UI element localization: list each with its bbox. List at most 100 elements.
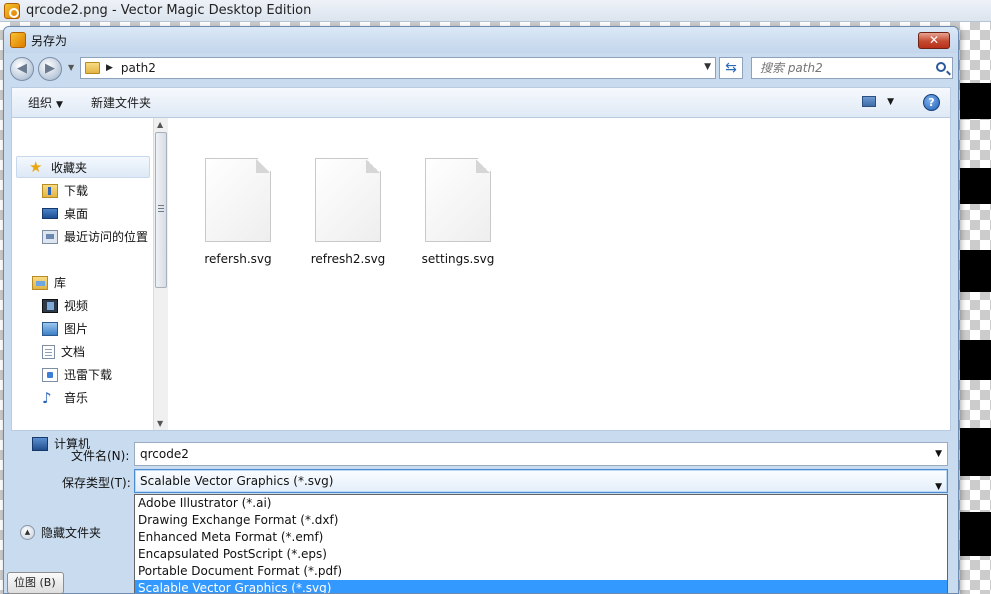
file-name: settings.svg — [421, 252, 495, 266]
xunlei-download-icon — [42, 367, 58, 382]
page-fold — [256, 159, 270, 173]
folder-icon — [85, 62, 100, 74]
sidebar-label: 收藏夹 — [51, 160, 88, 175]
background-band — [960, 512, 991, 556]
background-band — [960, 428, 991, 476]
close-button[interactable]: ✕ — [918, 32, 950, 49]
sidebar-item-music[interactable]: ♪ 音乐 — [42, 389, 88, 406]
filetype-label: 保存类型(T): — [62, 476, 131, 490]
svg-file-icon — [425, 158, 491, 242]
file-name: refersh.svg — [204, 252, 272, 266]
organize-button[interactable]: 组织 ▼ — [28, 94, 63, 111]
new-folder-button[interactable]: 新建文件夹 — [91, 94, 151, 111]
dialog-title: 另存为 — [31, 33, 68, 48]
navigation-pane: ★ 收藏夹 下载 桌面 最近访问的位置 库 视频 图片 文档 迅雷下载 ♪ 音乐… — [12, 118, 164, 451]
dialog-app-icon — [10, 32, 26, 48]
address-bar[interactable]: ▶ path2 ▼ — [80, 57, 716, 79]
filename-field[interactable]: ▼ — [134, 442, 948, 466]
file-name: refresh2.svg — [310, 252, 386, 266]
svg-file-icon — [205, 158, 271, 242]
sidebar-label: 库 — [54, 276, 67, 290]
filetype-option[interactable]: Encapsulated PostScript (*.eps) — [135, 546, 947, 563]
music-note-icon: ♪ — [42, 388, 52, 407]
sidebar-item-recent[interactable]: 最近访问的位置 — [42, 228, 148, 245]
desktop-icon — [42, 208, 58, 219]
hide-folders-label: 隐藏文件夹 — [41, 526, 102, 540]
organize-label: 组织 — [28, 96, 53, 110]
sidebar-item-pictures[interactable]: 图片 — [42, 320, 88, 337]
filename-input[interactable] — [135, 443, 915, 465]
sidebar-item-favorites[interactable]: ★ 收藏夹 — [16, 156, 150, 178]
search-icon[interactable] — [936, 62, 946, 72]
content-panes: ★ 收藏夹 下载 桌面 最近访问的位置 库 视频 图片 文档 迅雷下载 ♪ 音乐… — [11, 117, 951, 451]
file-list: refersh.svg refresh2.svg settings.svg — [169, 118, 950, 430]
app-titlebar: qrcode2.png - Vector Magic Desktop Editi… — [0, 0, 991, 22]
star-icon: ★ — [29, 158, 43, 176]
sidebar-label: 桌面 — [64, 207, 89, 221]
background-band — [960, 83, 991, 119]
background-band — [960, 168, 991, 204]
sidebar-item-downloads[interactable]: 下载 — [42, 182, 88, 199]
filetype-option-selected[interactable]: Scalable Vector Graphics (*.svg) — [135, 580, 947, 593]
filetype-option[interactable]: Portable Document Format (*.pdf) — [135, 563, 947, 580]
chevron-up-icon: ▲ — [20, 525, 35, 540]
scroll-thumb[interactable] — [155, 132, 167, 288]
search-input[interactable] — [752, 58, 922, 78]
file-item[interactable]: refersh.svg — [193, 158, 283, 266]
page-fold — [476, 159, 490, 173]
svg-file-icon — [315, 158, 381, 242]
grip-icon — [158, 205, 164, 206]
file-item[interactable]: refresh2.svg — [303, 158, 393, 266]
filetype-dropdown-list: Adobe Illustrator (*.ai) Drawing Exchang… — [134, 494, 948, 593]
sidebar-label: 视频 — [64, 299, 89, 313]
chevron-down-icon[interactable]: ▼ — [935, 449, 942, 459]
back-arrow-icon: ◀ — [17, 61, 27, 76]
filetype-option[interactable]: Drawing Exchange Format (*.dxf) — [135, 512, 947, 529]
video-icon — [42, 298, 58, 313]
chevron-down-icon: ▼ — [56, 100, 63, 110]
sidebar-label: 图片 — [64, 322, 89, 336]
sidebar-label: 最近访问的位置 — [64, 230, 149, 244]
sidebar-item-libraries[interactable]: 库 — [32, 274, 66, 291]
page-fold — [366, 159, 380, 173]
save-as-dialog: 另存为 ✕ ◀ ▶ ▼ ▶ path2 ▼ ⇆ 组织▼ 新建文件夹 ▼ ? ★ … — [3, 26, 959, 594]
help-icon[interactable]: ? — [923, 94, 940, 111]
filetype-option[interactable]: Adobe Illustrator (*.ai) — [135, 495, 947, 512]
address-dropdown-icon[interactable]: ▼ — [704, 62, 711, 72]
computer-icon — [32, 436, 48, 451]
filetype-selected-value: Scalable Vector Graphics (*.svg) — [140, 474, 334, 488]
sidebar-item-xunlei[interactable]: 迅雷下载 — [42, 366, 112, 383]
scroll-down-icon[interactable]: ▼ — [157, 419, 163, 428]
back-button[interactable]: ◀ — [10, 57, 34, 81]
breadcrumb-path[interactable]: path2 — [121, 61, 156, 75]
background-band — [960, 250, 991, 292]
downloads-folder-icon — [42, 183, 58, 198]
refresh-button[interactable]: ⇆ — [719, 57, 743, 79]
search-box[interactable] — [751, 57, 953, 79]
sidebar-item-desktop[interactable]: 桌面 — [42, 205, 88, 222]
filetype-option[interactable]: Enhanced Meta Format (*.emf) — [135, 529, 947, 546]
bitmap-tab-button[interactable]: 位图 (B) — [7, 572, 64, 594]
library-icon — [32, 275, 48, 290]
recent-places-icon — [42, 229, 58, 244]
picture-icon — [42, 321, 58, 336]
sidebar-item-documents[interactable]: 文档 — [42, 343, 85, 360]
forward-button[interactable]: ▶ — [38, 57, 62, 81]
breadcrumb-arrow-icon[interactable]: ▶ — [106, 63, 113, 73]
navigation-row: ◀ ▶ ▼ ▶ path2 ▼ ⇆ — [4, 55, 958, 85]
file-item[interactable]: settings.svg — [413, 158, 503, 266]
sidebar-label: 迅雷下载 — [64, 368, 113, 382]
app-title: qrcode2.png - Vector Magic Desktop Editi… — [26, 3, 312, 18]
sidebar-label: 下载 — [64, 184, 89, 198]
filetype-select[interactable]: Scalable Vector Graphics (*.svg) ▼ — [134, 469, 948, 493]
hide-folders-button[interactable]: ▲ 隐藏文件夹 — [20, 524, 101, 541]
sidebar-scrollbar[interactable]: ▲ ▼ — [153, 118, 168, 430]
history-dropdown-icon[interactable]: ▼ — [68, 63, 74, 72]
sidebar-label: 音乐 — [64, 391, 89, 405]
sidebar-label: 文档 — [61, 345, 86, 359]
background-band — [960, 340, 991, 380]
sidebar-item-videos[interactable]: 视频 — [42, 297, 88, 314]
view-mode-icon[interactable] — [862, 96, 876, 107]
scroll-up-icon[interactable]: ▲ — [157, 120, 163, 129]
view-dropdown-icon[interactable]: ▼ — [887, 97, 894, 107]
